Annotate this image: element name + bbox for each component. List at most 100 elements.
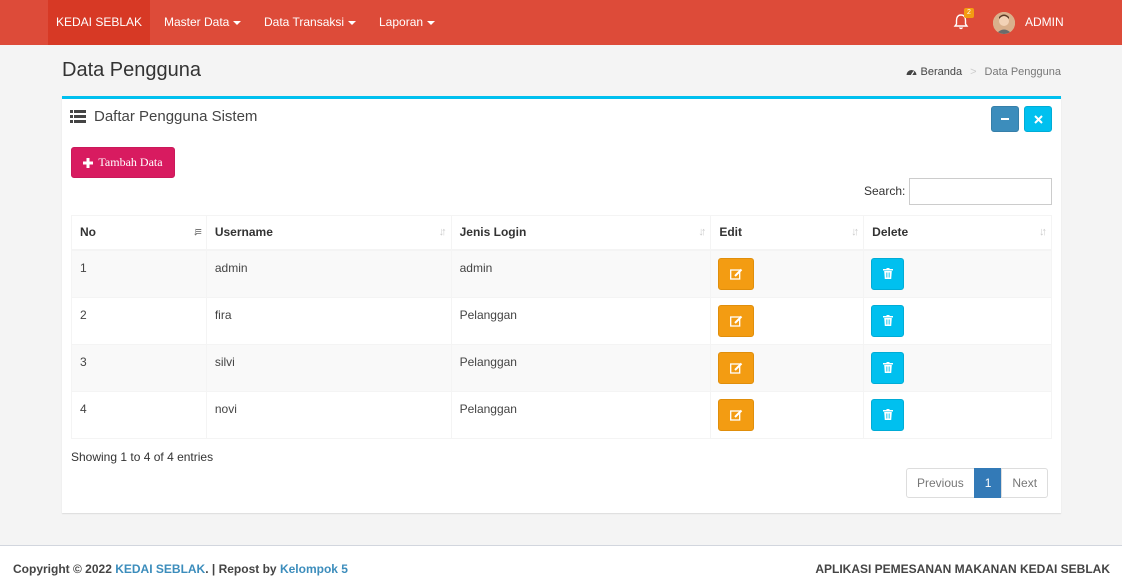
user-avatar-icon [993, 12, 1015, 34]
menu-label: Data Transaksi [264, 15, 345, 29]
table-row: 4 novi Pelanggan [71, 390, 1052, 439]
search-input[interactable] [909, 178, 1052, 205]
cell-delete [863, 343, 1052, 392]
cell-edit [710, 390, 865, 439]
menu-data-transaksi[interactable]: Data Transaksi [264, 0, 357, 45]
repost-text: . | Repost by [205, 562, 277, 576]
cell-login: Pelanggan [450, 343, 712, 392]
cell-no: 2 [71, 296, 207, 345]
delete-button[interactable] [871, 351, 905, 384]
column-header-no[interactable]: No ↓≡ [71, 215, 207, 251]
table-row: 2 fira Pelanggan [71, 296, 1052, 345]
team-link[interactable]: Kelompok 5 [280, 562, 348, 576]
edit-button[interactable] [718, 304, 755, 337]
cell-username: fira [205, 296, 452, 345]
edit-button[interactable] [718, 398, 755, 431]
cell-no: 3 [71, 343, 207, 392]
plus-icon [83, 157, 94, 168]
trash-icon [882, 315, 893, 326]
notification-badge: 2 [964, 8, 974, 18]
cell-delete [863, 249, 1052, 298]
copyright-text: Copyright © 2022 [13, 562, 112, 576]
menu-master-data[interactable]: Master Data [164, 0, 242, 45]
remove-button[interactable] [1024, 106, 1052, 132]
add-data-button[interactable]: Tambah Data [71, 147, 175, 178]
column-header-delete[interactable]: Delete ↓↑ [863, 215, 1052, 251]
trash-icon [882, 409, 893, 420]
cell-edit [710, 296, 865, 345]
cell-no: 4 [71, 390, 207, 439]
menu-label: Laporan [379, 15, 424, 29]
edit-icon [729, 362, 743, 374]
add-data-label: Tambah Data [98, 155, 163, 169]
pagination-page[interactable]: 1 [973, 468, 1003, 498]
brand-footer-link[interactable]: KEDAI SEBLAK [115, 562, 205, 576]
cell-login: admin [450, 249, 712, 298]
trash-icon [882, 268, 893, 279]
avatar[interactable] [993, 12, 1015, 34]
trash-icon [882, 362, 893, 373]
collapse-button[interactable] [991, 106, 1019, 132]
edit-button[interactable] [718, 351, 755, 384]
pagination-previous[interactable]: Previous [906, 468, 975, 498]
caret-down-icon [427, 20, 436, 25]
column-header-username[interactable]: Username ↓↑ [205, 215, 452, 251]
top-navbar: KEDAI SEBLAK Master Data Data Transaksi … [0, 0, 1122, 45]
column-header-jenis-login[interactable]: Jenis Login ↓↑ [450, 215, 712, 251]
column-label: Delete [872, 225, 909, 239]
column-label: Edit [719, 225, 742, 239]
box-title-text: Daftar Pengguna Sistem [94, 108, 258, 125]
cell-delete [863, 390, 1052, 439]
delete-button[interactable] [871, 304, 905, 337]
breadcrumb-home[interactable]: Beranda [921, 66, 963, 78]
users-table: No ↓≡ Username ↓↑ Jenis Login ↓↑ Edit ↓↑ Del… [71, 215, 1052, 439]
page-title: Data Pengguna [62, 59, 202, 81]
cell-edit [710, 343, 865, 392]
sort-icon: ↓↑ [438, 226, 447, 238]
app-name: APLIKASI PEMESANAN MAKANAN KEDAI SEBLAK [815, 562, 1110, 576]
box-title: Daftar Pengguna Sistem [70, 108, 257, 125]
search-label: Search: [864, 184, 906, 198]
breadcrumb-separator: > [970, 66, 977, 78]
edit-icon [729, 409, 743, 421]
cell-login: Pelanggan [450, 390, 712, 439]
breadcrumb: Beranda > Data Pengguna [906, 66, 1061, 78]
brand-link[interactable]: KEDAI SEBLAK [48, 0, 150, 45]
breadcrumb-current: Data Pengguna [984, 66, 1061, 78]
minus-icon [1001, 118, 1009, 120]
sort-icon: ↓↑ [1039, 226, 1047, 238]
sort-asc-icon: ↓≡ [192, 226, 202, 238]
cell-no: 1 [71, 249, 207, 298]
column-label: No [80, 225, 96, 239]
list-icon [70, 110, 86, 123]
menu-label: Master Data [164, 15, 230, 29]
cell-login: Pelanggan [450, 296, 712, 345]
close-icon [1033, 114, 1043, 124]
cell-username: novi [205, 390, 452, 439]
user-list-box: Daftar Pengguna Sistem Tambah Data Searc… [62, 96, 1061, 513]
sort-icon: ↓↑ [851, 226, 859, 238]
cell-delete [863, 296, 1052, 345]
menu-laporan[interactable]: Laporan [379, 0, 436, 45]
sort-icon: ↓↑ [698, 226, 706, 238]
cell-username: silvi [205, 343, 452, 392]
cell-edit [710, 249, 865, 298]
edit-button[interactable] [718, 257, 755, 290]
pagination-next[interactable]: Next [1001, 468, 1049, 498]
delete-button[interactable] [871, 257, 905, 290]
table-info: Showing 1 to 4 of 4 entries [71, 450, 214, 464]
page-footer: Copyright © 2022 KEDAI SEBLAK. | Repost … [0, 545, 1122, 584]
caret-down-icon [233, 20, 242, 25]
delete-button[interactable] [871, 398, 905, 431]
table-header-row: No ↓≡ Username ↓↑ Jenis Login ↓↑ Edit ↓↑ Del… [71, 215, 1052, 251]
dashboard-icon [906, 70, 917, 76]
pagination: Previous 1 Next [906, 468, 1049, 498]
caret-down-icon [348, 20, 357, 25]
footer-copyright: Copyright © 2022 KEDAI SEBLAK. | Repost … [13, 562, 348, 576]
table-row: 3 silvi Pelanggan [71, 343, 1052, 392]
cell-username: admin [205, 249, 452, 298]
column-label: Jenis Login [459, 225, 527, 239]
column-label: Username [214, 225, 273, 239]
column-header-edit[interactable]: Edit ↓↑ [710, 215, 865, 251]
user-menu[interactable]: ADMIN [1025, 0, 1064, 45]
